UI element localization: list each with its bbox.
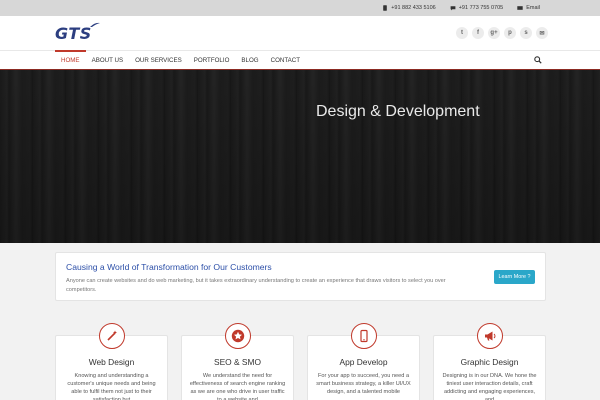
logo-text: GTS (55, 23, 92, 43)
mobile-phone-icon (350, 323, 377, 349)
phone-icon (383, 5, 388, 11)
site-header: GTS t f g+ p s ✉ (0, 16, 600, 50)
service-title: App Develop (339, 357, 388, 367)
top-contact-bar: +91 882 433 5106 +91 773 755 0705 Email (0, 0, 600, 16)
hero-title: Design & Development (316, 103, 480, 120)
phone-contact-2[interactable]: +91 773 755 0705 (450, 5, 504, 11)
service-text: We understand the need for effectiveness… (189, 373, 286, 400)
megaphone-icon (476, 323, 503, 349)
cta-title: Causing a World of Transformation for Ou… (66, 262, 272, 272)
service-card-app-develop[interactable]: App Develop For your app to succeed, you… (307, 323, 420, 400)
nav-home[interactable]: HOME (55, 50, 86, 69)
service-text: For your app to succeed, you need a smar… (316, 373, 411, 395)
service-card-graphic-design[interactable]: Graphic Design Designing is in our DNA. … (433, 323, 546, 400)
pinterest-icon[interactable]: p (504, 27, 516, 39)
email-contact[interactable]: Email (517, 5, 540, 11)
envelope-icon (517, 6, 523, 10)
service-card-web-design[interactable]: Web Design Knowing and understanding a c… (55, 323, 168, 400)
cta-text: Anyone can create websites and do web ma… (66, 278, 446, 293)
twitter-icon[interactable]: t (456, 27, 468, 39)
service-title: Web Design (88, 357, 135, 367)
services-row: Web Design Knowing and understanding a c… (55, 323, 546, 400)
phone-number-1: +91 882 433 5106 (391, 5, 436, 11)
search-icon[interactable] (534, 56, 542, 64)
service-text: Designing is in our DNA. We hone the tin… (442, 373, 537, 400)
learn-more-button[interactable]: Learn More ? (494, 270, 535, 284)
email-label: Email (526, 5, 540, 11)
google-plus-icon[interactable]: g+ (488, 27, 500, 39)
chat-icon (450, 6, 456, 11)
facebook-icon[interactable]: f (472, 27, 484, 39)
main-nav: HOME ABOUT US OUR SERVICES PORTFOLIO BLO… (0, 50, 600, 70)
social-links: t f g+ p s ✉ (456, 27, 548, 39)
nav-our-services[interactable]: OUR SERVICES (129, 50, 188, 69)
star-icon (224, 323, 251, 349)
service-title: Graphic Design (460, 357, 519, 367)
email-icon[interactable]: ✉ (536, 27, 548, 39)
site-logo[interactable]: GTS (55, 22, 100, 43)
service-card-seo-smo[interactable]: SEO & SMO We understand the need for eff… (181, 323, 294, 400)
phone-contact-1[interactable]: +91 882 433 5106 (382, 5, 436, 11)
nav-about-us[interactable]: ABOUT US (86, 50, 130, 69)
nav-blog[interactable]: BLOG (235, 50, 264, 69)
hero-banner: Design & Development (0, 70, 600, 243)
cta-box: Causing a World of Transformation for Ou… (55, 252, 546, 301)
service-text: Knowing and understanding a customer's u… (67, 373, 156, 400)
nav-portfolio[interactable]: PORTFOLIO (188, 50, 236, 69)
logo-swoosh-icon (89, 22, 100, 27)
magic-wand-icon (98, 323, 125, 349)
service-title: SEO & SMO (213, 357, 261, 367)
skype-icon[interactable]: s (520, 27, 532, 39)
nav-contact[interactable]: CONTACT (265, 50, 306, 69)
phone-number-2: +91 773 755 0705 (458, 5, 504, 11)
